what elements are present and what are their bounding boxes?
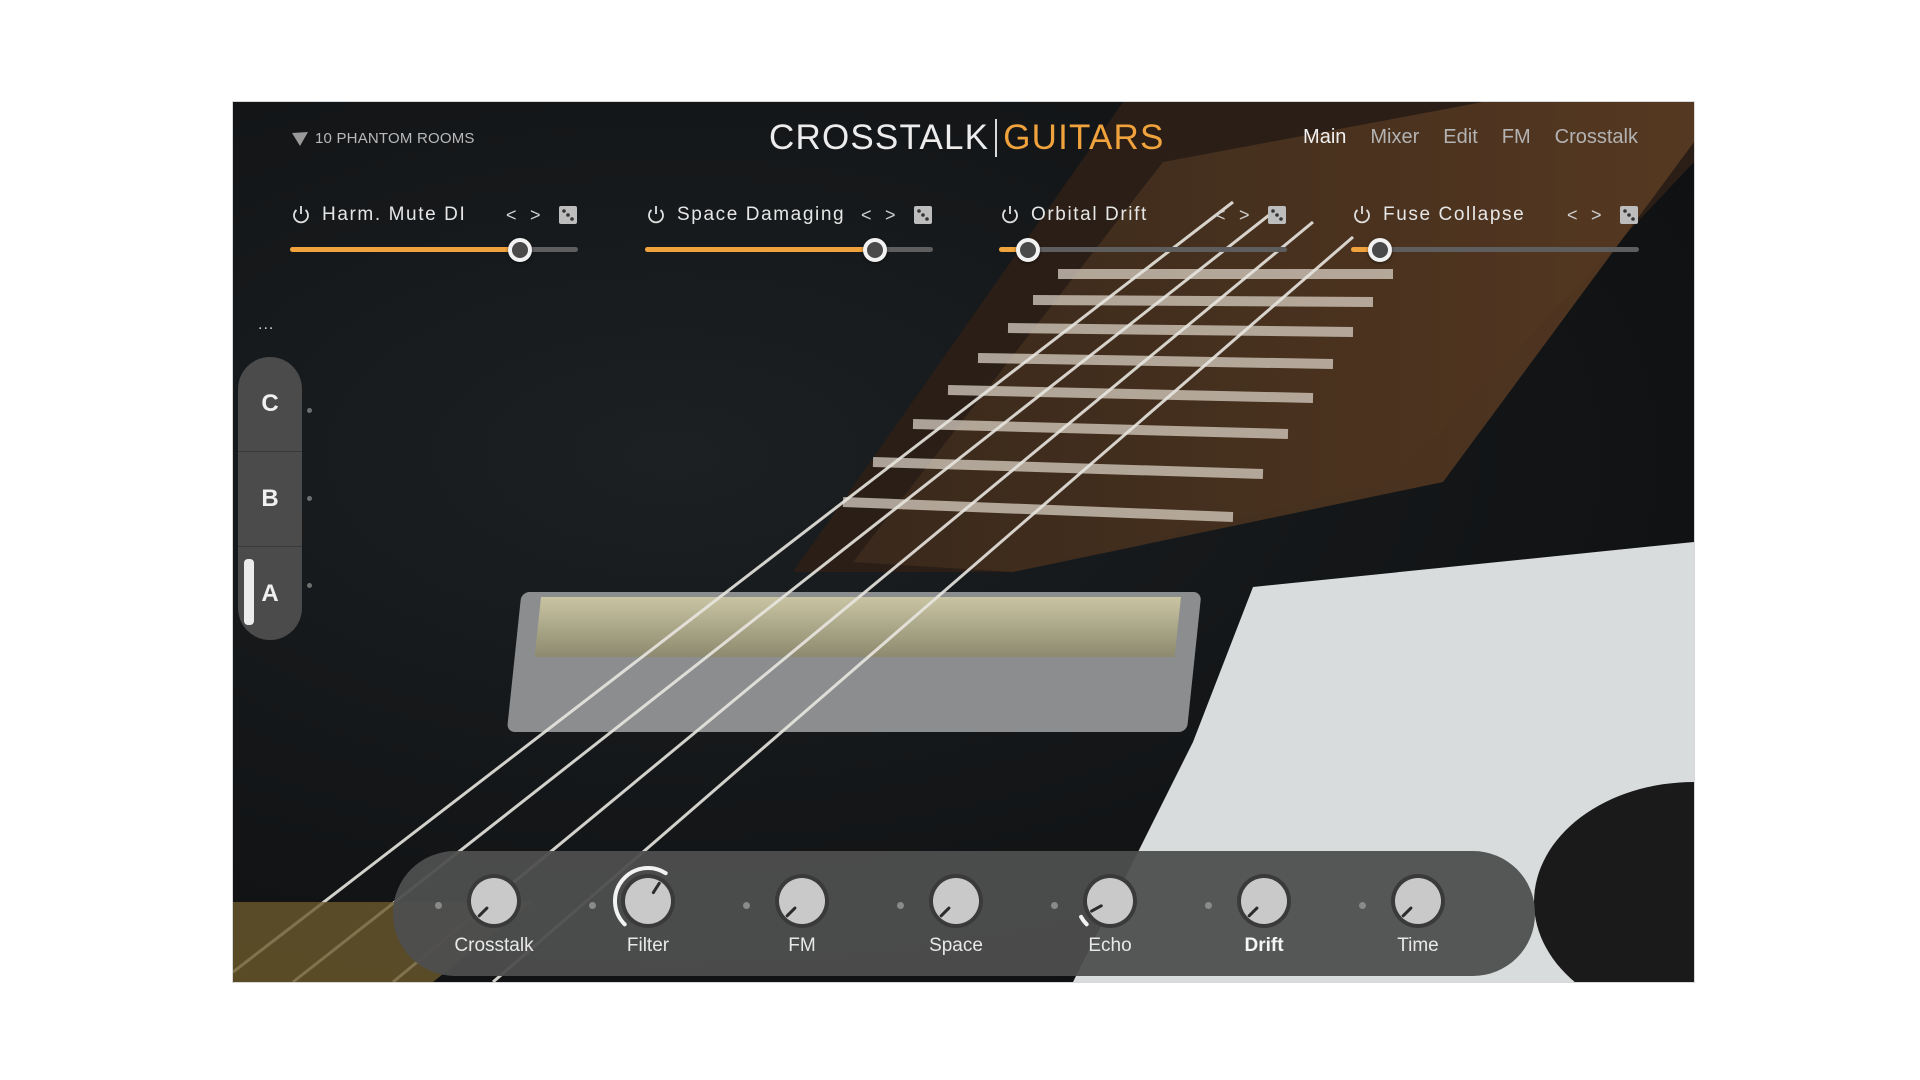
next-preset-button[interactable]: >	[524, 205, 548, 226]
preset-slot-4: Fuse Collapse < >	[1351, 202, 1639, 262]
knob-label: Time	[1397, 935, 1439, 956]
prev-preset-button[interactable]: <	[1561, 205, 1585, 226]
prev-preset-button[interactable]: <	[500, 205, 524, 226]
power-icon[interactable]	[999, 204, 1021, 226]
brand-name: 10 PHANTOM ROOMS	[315, 130, 475, 147]
phantom-logo-icon	[292, 131, 308, 146]
mod-dot	[589, 902, 596, 909]
layer-b-button[interactable]: B	[238, 451, 302, 546]
preset-name: Fuse Collapse	[1383, 204, 1526, 225]
knob-cap[interactable]	[1087, 878, 1133, 924]
preset-slot-3: Orbital Drift < >	[999, 202, 1287, 262]
knob-crosstalk[interactable]: Crosstalk	[435, 866, 549, 966]
knob-fm[interactable]: FM	[743, 866, 857, 966]
preset-volume-slider[interactable]	[645, 238, 933, 262]
mod-dot	[743, 902, 750, 909]
title-part2: GUITARS	[1003, 118, 1165, 157]
mod-dot	[897, 902, 904, 909]
knob-dial[interactable]	[921, 866, 991, 936]
slider-thumb[interactable]	[1015, 238, 1040, 262]
knob-value-arc	[1079, 914, 1089, 927]
prev-preset-button[interactable]: <	[855, 205, 879, 226]
layer-c-button[interactable]: C	[238, 357, 302, 451]
preset-slot-1: Harm. Mute DI < >	[290, 202, 578, 262]
knob-dial[interactable]	[1075, 866, 1145, 936]
product-title: CROSSTALK GUITARS	[769, 114, 1165, 162]
main-nav: Main Mixer Edit FM Crosstalk	[1303, 126, 1638, 149]
preset-name: Harm. Mute DI	[322, 204, 467, 225]
next-preset-button[interactable]: >	[879, 205, 903, 226]
layer-a-indicator	[307, 583, 312, 588]
knob-space[interactable]: Space	[897, 866, 1011, 966]
knob-cap[interactable]	[471, 878, 517, 924]
preset-name: Space Damaging	[677, 204, 846, 225]
layer-level-handle[interactable]	[244, 559, 254, 625]
brand: 10 PHANTOM ROOMS	[291, 130, 475, 147]
knob-cap[interactable]	[779, 878, 825, 924]
knob-cap[interactable]	[933, 878, 979, 924]
knob-dial[interactable]	[459, 866, 529, 936]
layer-b-indicator	[307, 496, 312, 501]
prev-preset-button[interactable]: <	[1209, 205, 1233, 226]
knob-label: Filter	[626, 935, 670, 956]
knob-drift[interactable]: Drift	[1205, 866, 1319, 966]
knob-cap[interactable]	[1241, 878, 1287, 924]
next-preset-button[interactable]: >	[1233, 205, 1257, 226]
layer-selector: C B A	[238, 357, 302, 640]
nav-crosstalk[interactable]: Crosstalk	[1555, 126, 1638, 149]
knob-label: FM	[788, 935, 816, 956]
knob-label: Space	[929, 935, 983, 956]
knob-time[interactable]: Time	[1359, 866, 1473, 966]
knob-dial[interactable]	[1383, 866, 1453, 936]
knob-dial[interactable]	[613, 866, 683, 936]
power-icon[interactable]	[290, 204, 312, 226]
layer-c-indicator	[307, 408, 312, 413]
dice-randomize-icon[interactable]	[1267, 205, 1287, 225]
slider-thumb[interactable]	[508, 238, 533, 262]
knob-label: Crosstalk	[454, 935, 534, 956]
title-part1: CROSSTALK	[769, 118, 990, 157]
knob-cap[interactable]	[1395, 878, 1441, 924]
preset-name: Orbital Drift	[1031, 204, 1148, 225]
preset-volume-slider[interactable]	[290, 238, 578, 262]
more-options-button[interactable]: ...	[258, 316, 274, 334]
dice-randomize-icon[interactable]	[913, 205, 933, 225]
preset-volume-slider[interactable]	[1351, 238, 1639, 262]
nav-fm[interactable]: FM	[1502, 126, 1531, 149]
power-icon[interactable]	[1351, 204, 1373, 226]
knob-filter[interactable]: Filter	[589, 866, 703, 966]
nav-mixer[interactable]: Mixer	[1370, 126, 1419, 149]
power-icon[interactable]	[645, 204, 667, 226]
layer-a-button[interactable]: A	[238, 546, 302, 640]
nav-main[interactable]: Main	[1303, 126, 1346, 149]
slider-thumb[interactable]	[1367, 238, 1392, 262]
knob-label: Drift	[1244, 935, 1284, 956]
mod-dot	[1359, 902, 1366, 909]
knob-label: Echo	[1088, 935, 1132, 956]
title-divider	[995, 119, 998, 157]
knob-dial[interactable]	[767, 866, 837, 936]
dice-randomize-icon[interactable]	[558, 205, 578, 225]
slider-thumb[interactable]	[863, 238, 888, 262]
mod-dot	[435, 902, 442, 909]
dice-randomize-icon[interactable]	[1619, 205, 1639, 225]
mod-dot	[1051, 902, 1058, 909]
preset-volume-slider[interactable]	[999, 238, 1287, 262]
knob-cap[interactable]	[625, 878, 671, 924]
preset-slot-2: Space Damaging < >	[645, 202, 933, 262]
mod-dot	[1205, 902, 1212, 909]
nav-edit[interactable]: Edit	[1443, 126, 1477, 149]
knob-dial[interactable]	[1229, 866, 1299, 936]
layer-a-label: A	[261, 580, 279, 607]
plugin-window: 10 PHANTOM ROOMS CROSSTALK GUITARS Main …	[233, 102, 1694, 982]
knob-echo[interactable]: Echo	[1051, 866, 1165, 966]
macro-knob-bar: Crosstalk Filter FM Space Echo Drift Tim…	[393, 851, 1535, 976]
next-preset-button[interactable]: >	[1585, 205, 1609, 226]
